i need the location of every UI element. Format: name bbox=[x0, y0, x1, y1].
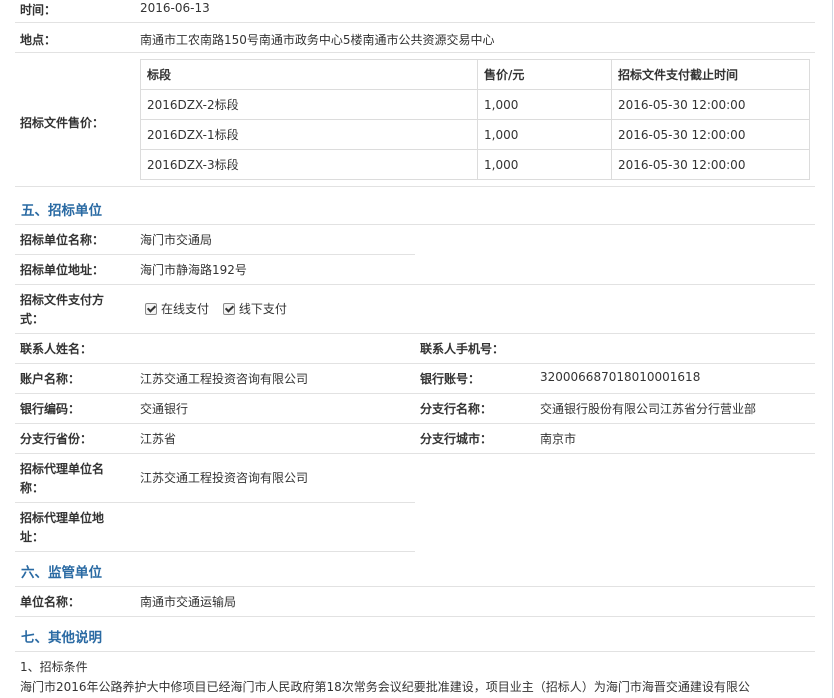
cell-deadline: 2016-05-30 12:00:00 bbox=[611, 119, 810, 150]
column-header-deadline: 招标文件支付截止时间 bbox=[611, 59, 810, 90]
agent-name-label: 招标代理单位名称： bbox=[20, 462, 105, 495]
bank-account-value: 32000668701801000161​8 bbox=[540, 370, 701, 384]
table-header-row: 标段 售价/元 招标文件支付截止时间 bbox=[140, 59, 810, 90]
cell-price: 1,000 bbox=[477, 149, 612, 180]
tenderer-name-value: 海门市交通局 bbox=[140, 233, 213, 247]
divider bbox=[15, 393, 815, 394]
column-header-section: 标段 bbox=[140, 59, 478, 90]
cell-section: 2016DZX-2标段 bbox=[140, 89, 478, 120]
checkbox-checked-icon[interactable] bbox=[145, 302, 157, 315]
cell-price: 1,000 bbox=[477, 119, 612, 150]
bank-code-label: 银行编码： bbox=[20, 402, 81, 416]
cell-deadline: 2016-05-30 12:00:00 bbox=[611, 89, 810, 120]
contact-name-label: 联系人姓名： bbox=[20, 342, 93, 356]
divider bbox=[15, 22, 815, 23]
supervisor-name-value: 南通市交通运输局 bbox=[140, 595, 237, 609]
branch-province-label: 分支行省份： bbox=[20, 432, 93, 446]
cell-deadline: 2016-05-30 12:00:00 bbox=[611, 149, 810, 180]
payment-options: 在线支付 线下支付 bbox=[145, 300, 297, 318]
divider bbox=[15, 224, 815, 225]
doc-price-table: 标段 售价/元 招标文件支付截止时间 2016DZX-2标段 1,000 201… bbox=[140, 59, 810, 180]
tenderer-address-label: 招标单位地址： bbox=[20, 263, 105, 277]
section-title-supervisor: 六、监管单位 bbox=[21, 565, 102, 581]
online-payment-label: 在线支付 bbox=[161, 302, 210, 316]
payment-method-label: 招标文件支付方式： bbox=[20, 293, 105, 326]
divider bbox=[15, 651, 815, 652]
cell-price: 1,000 bbox=[477, 89, 612, 120]
divider bbox=[15, 586, 815, 587]
place-value: 南通市工农南路150号南通市政务中心5楼南通市公共资源交易中心 bbox=[140, 33, 495, 47]
branch-city-value: 南京市 bbox=[540, 432, 577, 446]
divider bbox=[15, 333, 815, 334]
divider bbox=[15, 363, 815, 364]
divider bbox=[15, 186, 815, 187]
table-row: 2016DZX-3标段 1,000 2016-05-30 12:00:00 bbox=[140, 149, 810, 180]
offline-payment-option[interactable]: 线下支付 bbox=[222, 300, 287, 317]
branch-name-value: 交通银行股份有限公司江苏省分行营业部 bbox=[540, 402, 757, 416]
section-title-other: 七、其他说明 bbox=[21, 630, 102, 646]
divider bbox=[15, 453, 815, 454]
divider bbox=[15, 502, 415, 503]
doc-price-label: 招标文件售价： bbox=[20, 116, 105, 130]
account-name-value: 江苏交通工程投资咨询有限公司 bbox=[140, 372, 309, 386]
branch-name-label: 分支行名称： bbox=[420, 402, 493, 416]
divider bbox=[15, 254, 415, 255]
bank-code-value: 交通银行 bbox=[140, 402, 189, 416]
tender-detail-panel: 时间： 2016-06-13 地点： 南通市工农南路150号南通市政务中心5楼南… bbox=[0, 0, 833, 698]
notes-line-2: 海门市2016年公路养护大中修项目已经海门市人民政府第18次常务会议纪要批准建设… bbox=[20, 680, 750, 694]
divider bbox=[15, 52, 815, 53]
place-label: 地点： bbox=[20, 33, 57, 47]
offline-payment-label: 线下支付 bbox=[238, 302, 287, 316]
supervisor-name-label: 单位名称： bbox=[20, 595, 81, 609]
section-title-tenderer: 五、招标单位 bbox=[21, 203, 102, 219]
cell-section: 2016DZX-1标段 bbox=[140, 119, 478, 150]
column-header-price: 售价/元 bbox=[477, 59, 612, 90]
online-payment-option[interactable]: 在线支付 bbox=[145, 300, 209, 317]
divider bbox=[15, 284, 815, 285]
divider bbox=[15, 616, 815, 617]
table-row: 2016DZX-1标段 1,000 2016-05-30 12:00:00 bbox=[140, 119, 810, 150]
time-value: 2016-06-13 bbox=[140, 1, 210, 15]
time-label: 时间： bbox=[20, 3, 57, 17]
divider bbox=[15, 423, 815, 424]
table-row: 2016DZX-2标段 1,000 2016-05-30 12:00:00 bbox=[140, 89, 810, 120]
notes-line-1: 1、招标条件 bbox=[20, 660, 88, 674]
contact-phone-label: 联系人手机号： bbox=[420, 342, 505, 356]
agent-address-label: 招标代理单位地址： bbox=[20, 511, 105, 544]
tenderer-name-label: 招标单位名称： bbox=[20, 233, 105, 247]
branch-city-label: 分支行城市： bbox=[420, 432, 493, 446]
bank-account-label: 银行账号： bbox=[420, 372, 481, 386]
account-name-label: 账户名称： bbox=[20, 372, 81, 386]
cell-section: 2016DZX-3标段 bbox=[140, 149, 478, 180]
agent-name-value: 江苏交通工程投资咨询有限公司 bbox=[140, 471, 309, 485]
tenderer-address-value: 海门市静海路192号 bbox=[140, 263, 247, 277]
divider bbox=[15, 551, 415, 552]
checkbox-checked-icon[interactable] bbox=[222, 302, 235, 315]
branch-province-value: 江苏省 bbox=[140, 432, 177, 446]
